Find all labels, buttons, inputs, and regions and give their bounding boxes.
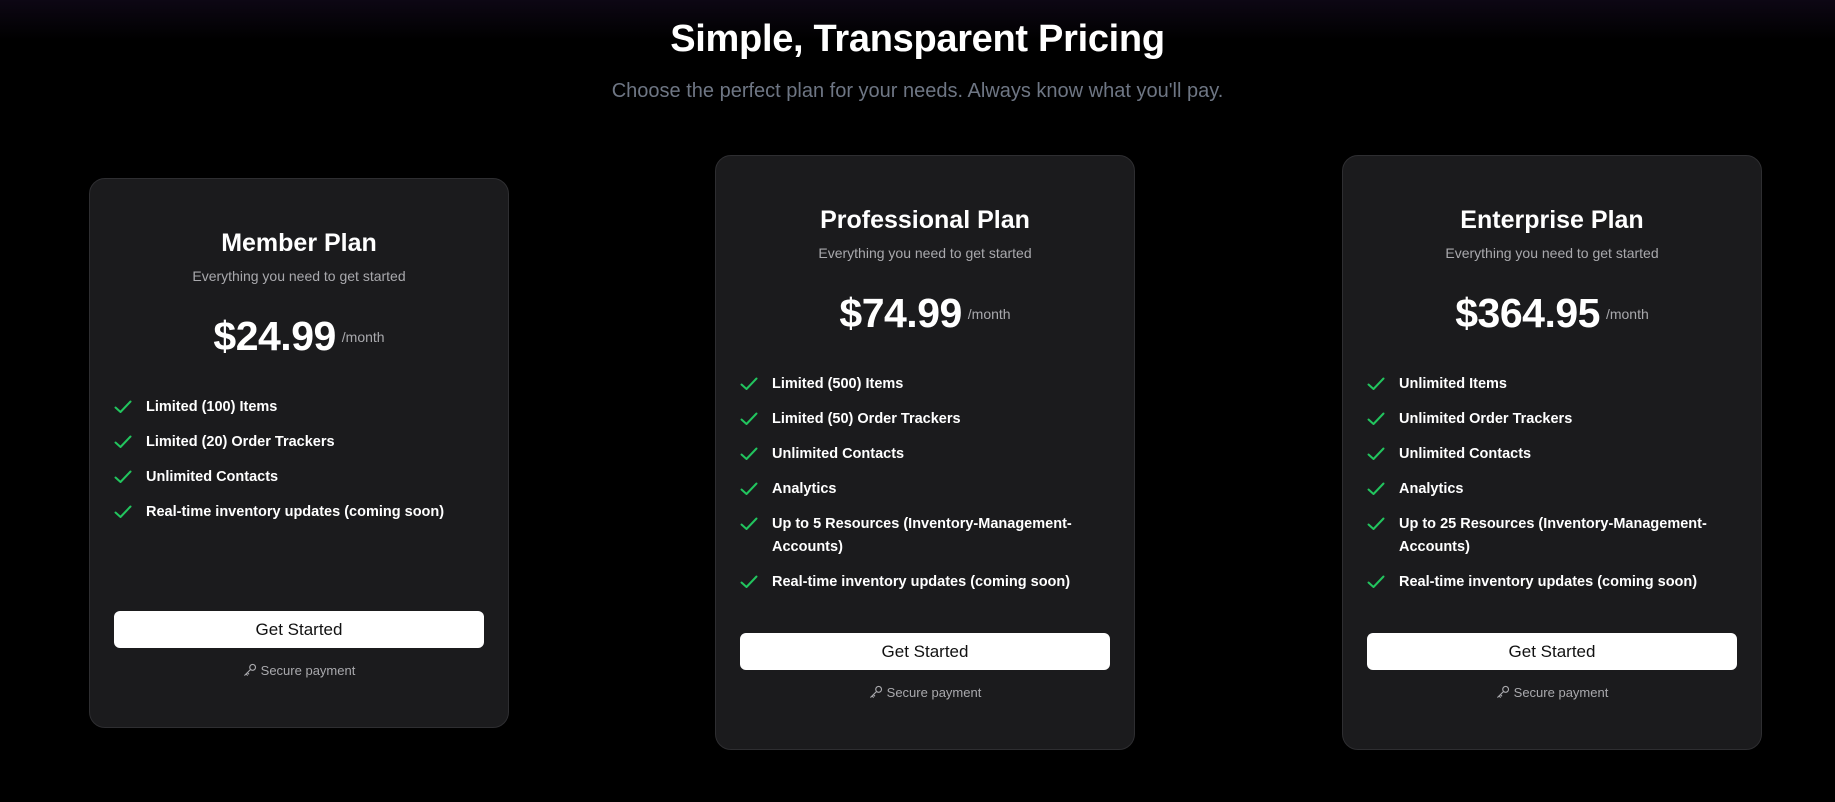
feature-label: Limited (100) Items — [146, 399, 278, 415]
check-icon — [740, 412, 758, 425]
check-icon — [1367, 575, 1385, 588]
feature-item: Limited (50) Order Trackers — [740, 408, 1110, 431]
plan-name: Enterprise Plan — [1460, 206, 1644, 234]
feature-item: Real-time inventory updates (coming soon… — [1367, 571, 1737, 594]
feature-item: Unlimited Items — [1367, 373, 1737, 396]
page-subtitle: Choose the perfect plan for your needs. … — [611, 80, 1224, 102]
feature-item: Limited (100) Items — [114, 396, 484, 419]
price-period: /month — [341, 328, 385, 345]
feature-label: Limited (50) Order Trackers — [772, 411, 961, 427]
check-icon — [114, 505, 132, 518]
secure-payment-note: Secure payment — [716, 685, 1134, 700]
price-row: $364.95/month — [1343, 290, 1761, 337]
plan-description: Everything you need to get started — [1445, 245, 1659, 261]
feature-label: Real-time inventory updates (coming soon… — [1399, 574, 1698, 590]
plan-card-member: Member Plan Everything you need to get s… — [89, 178, 509, 728]
feature-label: Unlimited Contacts — [1399, 446, 1532, 462]
check-icon — [1367, 482, 1385, 495]
check-icon — [1367, 447, 1385, 460]
secure-payment-label: Secure payment — [886, 685, 982, 700]
feature-item: Up to 5 Resources (Inventory-Management-… — [740, 513, 1110, 559]
feature-item: Unlimited Contacts — [740, 443, 1110, 466]
feature-item: Limited (20) Order Trackers — [114, 431, 484, 454]
feature-item: Unlimited Order Trackers — [1367, 408, 1737, 431]
get-started-button[interactable]: Get Started — [1367, 633, 1737, 670]
feature-list: Limited (100) Items Limited (20) Order T… — [114, 396, 484, 536]
plan-card-professional: Professional Plan Everything you need to… — [715, 155, 1135, 750]
feature-label: Unlimited Order Trackers — [1399, 411, 1573, 427]
plan-description: Everything you need to get started — [818, 245, 1032, 261]
feature-list: Limited (500) Items Limited (50) Order T… — [740, 373, 1110, 606]
feature-label: Up to 25 Resources (Inventory-Management… — [1399, 516, 1707, 555]
feature-label: Real-time inventory updates (coming soon… — [772, 574, 1071, 590]
get-started-button[interactable]: Get Started — [114, 611, 484, 648]
feature-label: Unlimited Contacts — [772, 446, 905, 462]
feature-label: Up to 5 Resources (Inventory-Management-… — [772, 516, 1072, 555]
feature-item: Real-time inventory updates (coming soon… — [114, 501, 484, 524]
check-icon — [740, 575, 758, 588]
key-icon — [1496, 685, 1509, 698]
feature-item: Limited (500) Items — [740, 373, 1110, 396]
secure-payment-note: Secure payment — [90, 663, 508, 678]
price-period: /month — [1605, 305, 1649, 322]
plan-price: $74.99 — [839, 290, 962, 336]
feature-item: Unlimited Contacts — [1367, 443, 1737, 466]
feature-label: Limited (20) Order Trackers — [146, 434, 335, 450]
plan-name: Professional Plan — [820, 206, 1030, 234]
secure-payment-note: Secure payment — [1343, 685, 1761, 700]
feature-label: Unlimited Items — [1399, 376, 1507, 392]
check-icon — [114, 400, 132, 413]
plan-name: Member Plan — [221, 229, 377, 257]
feature-item: Analytics — [1367, 478, 1737, 501]
feature-label: Analytics — [1399, 481, 1464, 497]
check-icon — [114, 435, 132, 448]
get-started-button[interactable]: Get Started — [740, 633, 1110, 670]
secure-payment-label: Secure payment — [260, 663, 356, 678]
check-icon — [1367, 412, 1385, 425]
check-icon — [1367, 517, 1385, 530]
price-row: $24.99/month — [90, 313, 508, 360]
plan-card-enterprise: Enterprise Plan Everything you need to g… — [1342, 155, 1762, 750]
feature-list: Unlimited Items Unlimited Order Trackers… — [1367, 373, 1737, 606]
secure-payment-label: Secure payment — [1513, 685, 1609, 700]
feature-label: Real-time inventory updates (coming soon… — [146, 504, 445, 520]
feature-label: Limited (500) Items — [772, 376, 904, 392]
feature-item: Real-time inventory updates (coming soon… — [740, 571, 1110, 594]
check-icon — [740, 482, 758, 495]
feature-label: Unlimited Contacts — [146, 469, 279, 485]
price-period: /month — [967, 305, 1011, 322]
check-icon — [114, 470, 132, 483]
page-title: Simple, Transparent Pricing — [670, 18, 1165, 60]
feature-item: Analytics — [740, 478, 1110, 501]
price-row: $74.99/month — [716, 290, 1134, 337]
check-icon — [740, 517, 758, 530]
key-icon — [869, 685, 882, 698]
feature-item: Up to 25 Resources (Inventory-Management… — [1367, 513, 1737, 559]
feature-item: Unlimited Contacts — [114, 466, 484, 489]
check-icon — [740, 377, 758, 390]
plan-price: $364.95 — [1455, 290, 1600, 336]
key-icon — [243, 663, 256, 676]
plan-description: Everything you need to get started — [192, 268, 406, 284]
check-icon — [1367, 377, 1385, 390]
plan-price: $24.99 — [213, 313, 336, 359]
feature-label: Analytics — [772, 481, 837, 497]
check-icon — [740, 447, 758, 460]
